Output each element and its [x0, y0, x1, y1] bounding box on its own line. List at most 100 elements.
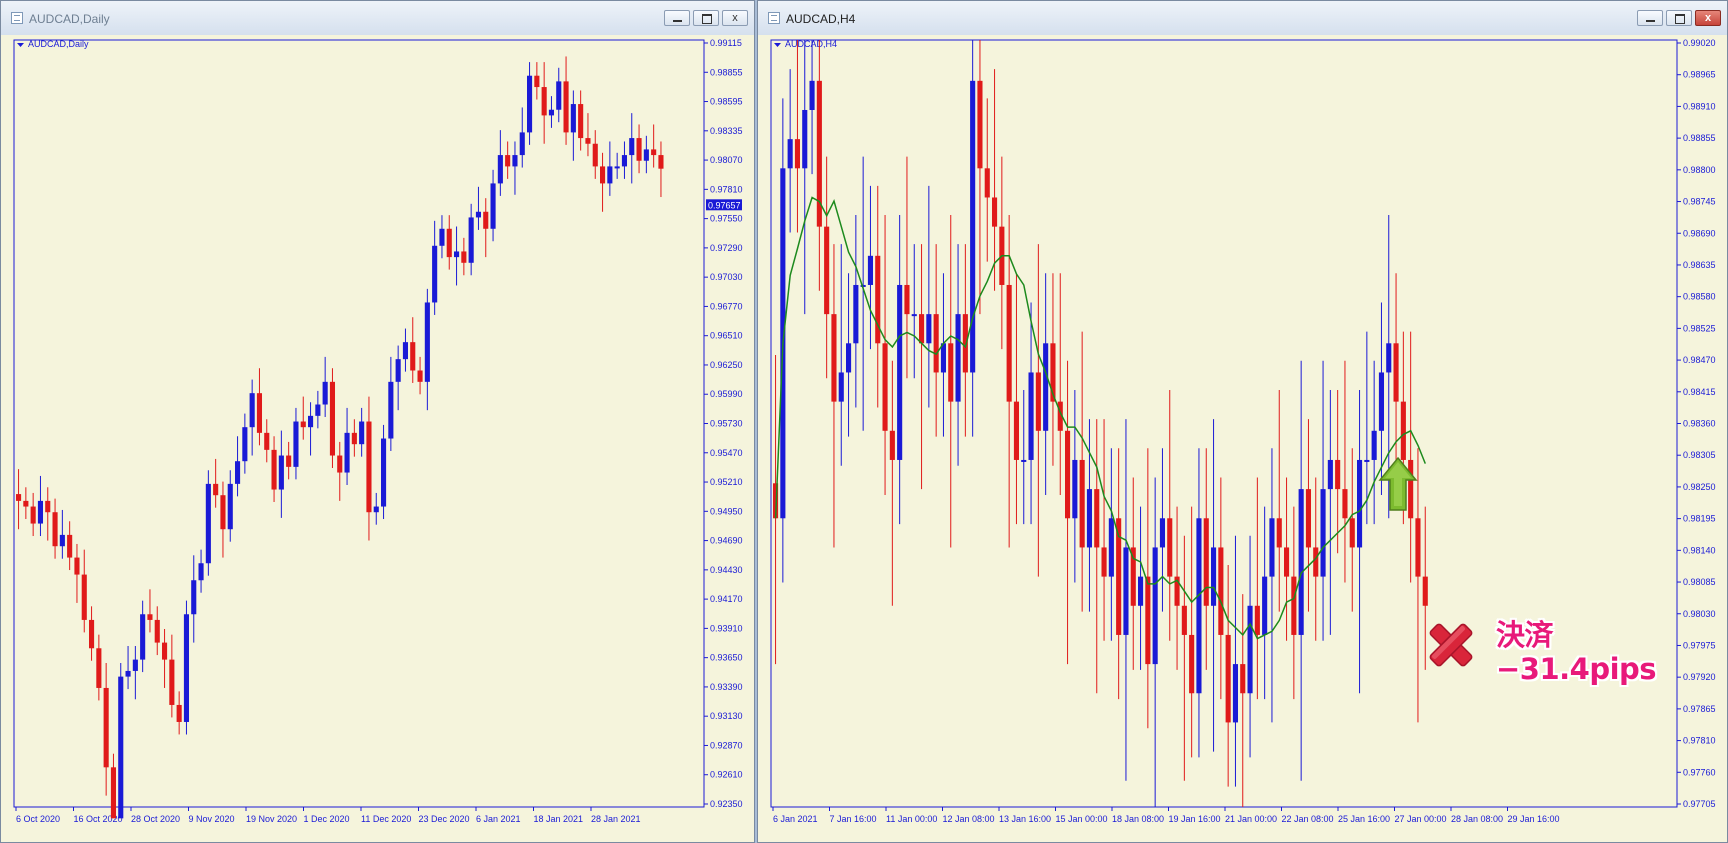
candle-body	[1035, 372, 1041, 431]
y-tick-label: 0.98910	[1683, 101, 1716, 111]
y-tick-label: 0.93130	[710, 711, 743, 721]
y-tick-label: 0.98360	[1683, 419, 1716, 429]
y-tick-label: 0.98595	[710, 97, 743, 107]
y-tick-label: 0.93390	[710, 682, 743, 692]
candle-body	[897, 284, 903, 460]
close-button[interactable]: x	[1695, 10, 1721, 26]
y-tick-label: 0.96770	[710, 301, 743, 311]
candle-body	[271, 449, 277, 490]
candle-body	[337, 455, 343, 473]
y-tick-label: 0.97705	[1683, 799, 1716, 809]
candle-body	[1240, 664, 1246, 694]
chart-window-icon	[11, 12, 23, 24]
candle-body	[651, 149, 657, 156]
candle-body	[264, 432, 270, 450]
y-tick-label: 0.97030	[710, 272, 743, 282]
minimize-button[interactable]	[664, 10, 690, 26]
h4-chart-window[interactable]: AUDCAD,H4 x AUDCAD,H4 0.99020 0.98965 0.989…	[757, 0, 1728, 843]
candle-body	[359, 421, 365, 445]
candle-body	[475, 211, 482, 218]
candle-body	[278, 455, 284, 490]
candle-body	[1211, 547, 1217, 606]
y-tick-label: 0.97920	[1683, 672, 1716, 682]
candle-body	[519, 132, 525, 156]
candle-body	[970, 80, 976, 373]
candle-body	[1254, 605, 1260, 635]
candle-body	[1313, 547, 1319, 577]
candle-body	[1028, 372, 1034, 460]
candle-body	[809, 80, 815, 110]
candle-body	[882, 343, 888, 431]
window-title: AUDCAD,Daily	[29, 12, 110, 26]
candle-body	[948, 343, 954, 402]
chart-area[interactable]: AUDCAD,H4 0.99020 0.98965 0.98910 0.98855 0.9…	[758, 35, 1727, 842]
x-tick-label: 18 Jan 2021	[534, 814, 584, 824]
candle-body	[636, 138, 642, 161]
daily-chart-svg[interactable]: AUDCAD,Daily 0.99115 0.98855 0.98595 0.98335…	[1, 35, 754, 842]
y-tick-label: 0.98335	[710, 126, 743, 136]
candle-body	[366, 421, 372, 513]
y-tick-label: 0.98305	[1683, 450, 1716, 460]
x-tick-label: 21 Jan 00:00	[1225, 814, 1277, 824]
x-tick-label: 29 Jan 16:00	[1508, 814, 1560, 824]
minimize-button[interactable]	[1637, 10, 1663, 26]
candle-body	[1086, 489, 1093, 548]
close-button[interactable]: x	[722, 10, 748, 26]
candle-body	[1196, 518, 1202, 694]
x-tick-label: 25 Jan 16:00	[1338, 814, 1390, 824]
candle-body	[1225, 634, 1231, 723]
y-tick-label: 0.98855	[710, 67, 743, 77]
y-tick-label: 0.92610	[710, 770, 743, 780]
candle-body	[1159, 518, 1166, 548]
candle-body	[1378, 372, 1385, 431]
daily-chart-window[interactable]: AUDCAD,Daily x AUDCAD,Daily 0.99115 0.9885…	[0, 0, 755, 843]
candle-body	[1291, 576, 1297, 635]
candle-body	[1181, 605, 1187, 635]
candle-body	[410, 342, 416, 371]
x-tick-label: 27 Jan 00:00	[1395, 814, 1447, 824]
candle-body	[1335, 459, 1341, 490]
candle-body	[89, 619, 95, 649]
candle-body	[794, 139, 801, 169]
candle-body	[59, 534, 65, 547]
candle-body	[110, 767, 117, 819]
candle-body	[446, 228, 452, 258]
x-tick-label: 1 Dec 2020	[304, 814, 350, 824]
candle-body	[1108, 518, 1114, 577]
candle-body	[424, 302, 430, 382]
y-tick-label: 0.97810	[710, 184, 743, 194]
candle-body	[432, 245, 438, 303]
y-tick-label: 0.97975	[1683, 640, 1716, 650]
y-tick-label: 0.94950	[710, 506, 743, 516]
candle-body	[1167, 518, 1173, 577]
candle-body	[461, 251, 467, 263]
candle-body	[505, 155, 511, 167]
candle-body	[381, 438, 387, 507]
candle-body	[81, 574, 87, 620]
title-bar[interactable]: AUDCAD,H4 x	[758, 1, 1727, 36]
candle-body	[249, 393, 255, 428]
candle-body	[992, 197, 998, 227]
candle-body	[940, 343, 947, 373]
chart-symbol-label: AUDCAD,Daily	[28, 39, 89, 49]
chart-area[interactable]: AUDCAD,Daily 0.99115 0.98855 0.98595 0.98335…	[1, 35, 754, 842]
maximize-button[interactable]	[693, 10, 719, 26]
candle-body	[1393, 343, 1399, 402]
title-bar[interactable]: AUDCAD,Daily x	[1, 1, 754, 36]
candle-body	[213, 483, 219, 496]
candle-body	[1386, 343, 1392, 373]
y-tick-label: 0.93910	[710, 623, 743, 633]
candle-body	[1072, 459, 1078, 519]
candle-body	[911, 314, 917, 317]
candle-body	[351, 432, 357, 445]
maximize-button[interactable]	[1666, 10, 1692, 26]
moving-average-line	[774, 196, 1426, 640]
candle-body	[1013, 401, 1020, 460]
candle-body	[322, 381, 328, 405]
h4-chart-svg[interactable]: AUDCAD,H4 0.99020 0.98965 0.98910 0.98855 0.9…	[758, 35, 1727, 842]
candle-body	[191, 580, 197, 615]
candle-body	[490, 183, 496, 229]
x-tick-label: 18 Jan 08:00	[1112, 814, 1164, 824]
candle-body	[242, 427, 248, 462]
candle-body	[344, 432, 350, 473]
